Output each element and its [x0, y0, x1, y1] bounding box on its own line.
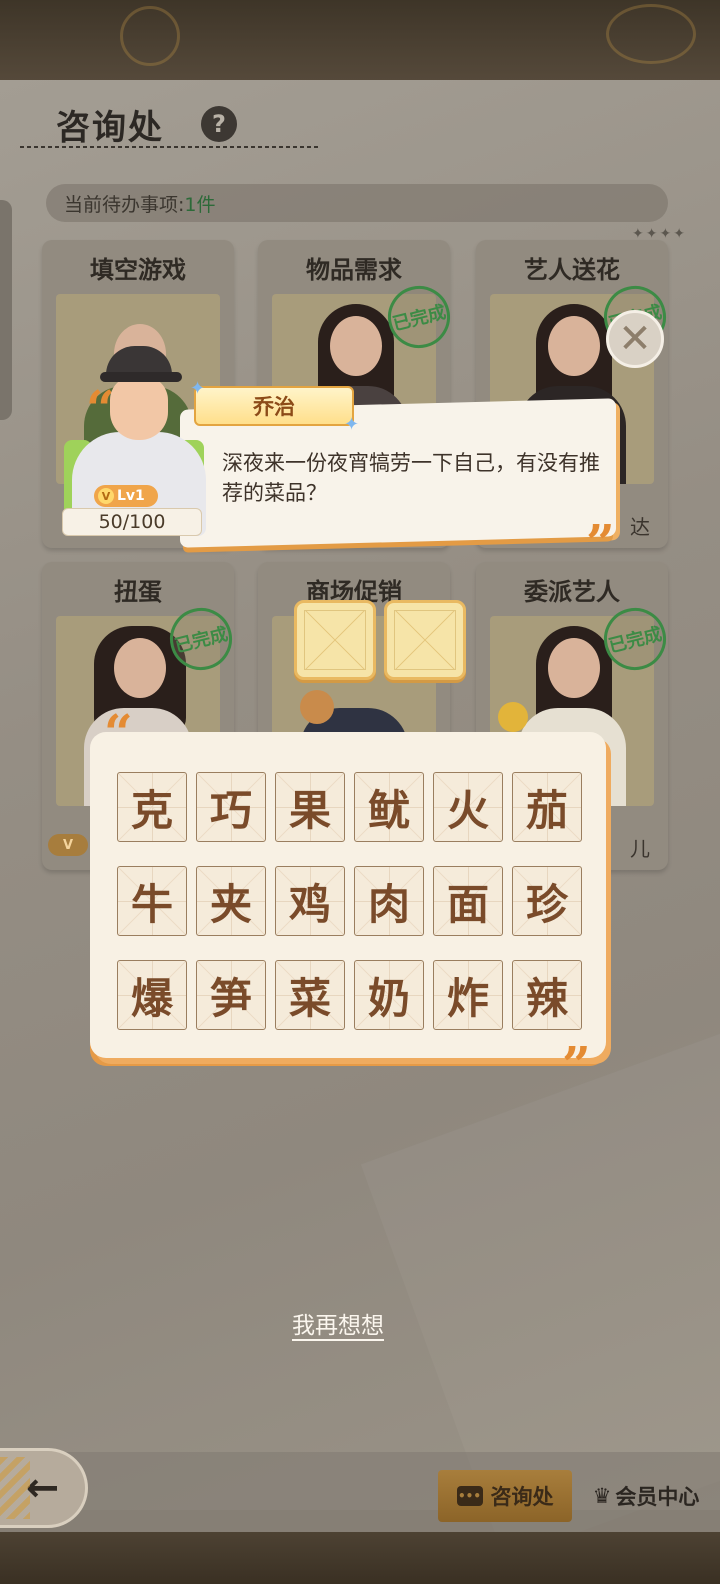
crown-icon: ♛: [592, 1484, 612, 1508]
quote-close-icon: ”: [586, 513, 615, 572]
bottom-decor-strip: [0, 1532, 720, 1584]
back-button[interactable]: ←: [0, 1448, 88, 1528]
decor-coin-icon: [120, 6, 180, 66]
char-tile[interactable]: 火: [433, 772, 503, 842]
char-tile[interactable]: 鸡: [275, 866, 345, 936]
char-tile[interactable]: 笋: [196, 960, 266, 1030]
char-tile[interactable]: 巧: [196, 772, 266, 842]
portrait-head: [330, 316, 382, 376]
quote-open-icon: “: [104, 703, 133, 762]
sparkle-icon: ✦: [190, 378, 206, 399]
char-tile[interactable]: 爆: [117, 960, 187, 1030]
answer-slot-1[interactable]: [294, 600, 376, 680]
portrait-head: [548, 638, 600, 698]
page-title: 咨询处: [56, 108, 164, 148]
sparkle-icon: ✦: [344, 414, 360, 435]
decor-coin-icon: [606, 4, 696, 64]
npc-level-badge: V Lv1: [94, 485, 158, 507]
char-tile[interactable]: 辣: [512, 960, 582, 1030]
npc-message: 深夜来一份夜宵犒劳一下自己，有没有推荐的菜品？: [222, 451, 600, 505]
side-tab[interactable]: [0, 200, 12, 420]
portrait-head: [114, 638, 166, 698]
todo-label: 当前待办事项:: [64, 193, 185, 216]
npc-cap-visor: [100, 372, 182, 382]
char-tile[interactable]: 菜: [275, 960, 345, 1030]
char-tile[interactable]: 炸: [433, 960, 503, 1030]
char-tile[interactable]: 克: [117, 772, 187, 842]
todo-count: 1件: [184, 193, 216, 216]
char-tile[interactable]: 奶: [354, 960, 424, 1030]
back-arrow-icon: ←: [25, 1465, 60, 1511]
cat-icon: [300, 690, 334, 724]
chat-icon: •••: [456, 1486, 483, 1506]
slot-grid: [304, 610, 366, 670]
char-tile[interactable]: 夹: [196, 866, 266, 936]
help-icon[interactable]: ?: [201, 106, 237, 142]
char-tile[interactable]: 肉: [354, 866, 424, 936]
card-title: 扭蛋: [114, 578, 162, 606]
char-tile[interactable]: 果: [275, 772, 345, 842]
answer-slot-2[interactable]: [384, 600, 466, 680]
char-tile[interactable]: 牛: [117, 866, 187, 936]
vip-icon: V: [98, 488, 114, 504]
nav-member-tab[interactable]: ♛ 会员中心: [578, 1470, 714, 1522]
think-again-link[interactable]: 我再想想: [0, 1306, 676, 1340]
nav-member-label: 会员中心: [615, 1485, 700, 1509]
npc-face: [110, 376, 168, 440]
title-divider: [20, 146, 320, 148]
nav-consult-label: 咨询处: [490, 1485, 554, 1509]
char-tile[interactable]: 鱿: [354, 772, 424, 842]
close-icon[interactable]: ✕: [606, 310, 664, 368]
quote-close-icon: ”: [562, 1035, 591, 1094]
level-badge-icon: V: [48, 834, 88, 856]
top-decor-strip: [0, 0, 720, 80]
portrait-head: [548, 316, 600, 376]
card-title: 艺人送花: [524, 256, 620, 284]
char-tile[interactable]: 面: [433, 866, 503, 936]
slot-grid: [394, 610, 456, 670]
npc-name-tag: 乔治: [194, 386, 354, 426]
card-title: 委派艺人: [524, 578, 620, 606]
sunflower-icon: [498, 702, 528, 732]
char-tile[interactable]: 珍: [512, 866, 582, 936]
card-title: 填空游戏: [90, 256, 186, 284]
npc-level: Lv1: [117, 488, 145, 504]
npc-progress: 50/100: [62, 508, 202, 536]
nav-consult-tab[interactable]: ••• 咨询处: [438, 1470, 572, 1522]
card-title: 物品需求: [306, 256, 402, 284]
todo-bar: 当前待办事项: 1件: [46, 184, 668, 222]
char-tile[interactable]: 茄: [512, 772, 582, 842]
